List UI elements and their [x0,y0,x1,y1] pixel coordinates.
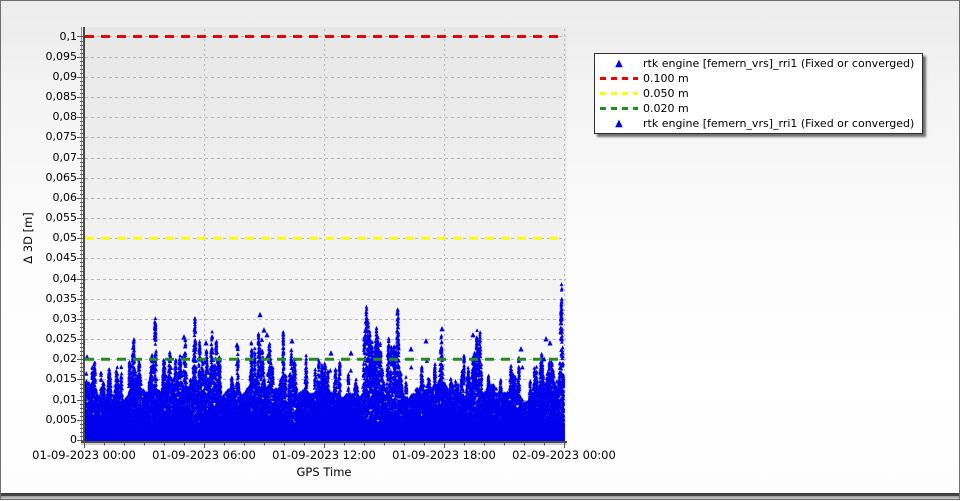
x-tick-label: 01-09-2023 12:00 [272,448,376,462]
y-tick-label: 0,02 [52,352,78,366]
y-tick-label: 0,1 [59,29,78,43]
triangle-marker-icon: ▲ [615,57,623,69]
y-tick-label: 0,035 [45,291,78,305]
y-tick-label: 0,015 [45,372,78,386]
y-tick-label: 0,01 [52,392,78,406]
y-tick-label: 0,04 [52,271,78,285]
dashed-line-icon [600,77,638,80]
y-axis-tick-labels: 0,1 0,095 0,09 0,085 0,08 0,075 0,07 0,065 0,06 0… [1,1,78,461]
legend-item-label: 0.020 m [643,102,689,115]
y-tick-label: 0 [70,433,77,446]
y-axis-title: Δ 3D [m] [21,212,35,264]
x-axis-title: GPS Time [296,465,352,479]
legend-item-label: rtk engine [femern_vrs]_rri1 (Fixed or c… [643,117,915,130]
y-tick-label: 0,09 [52,69,78,83]
legend-item[interactable]: ▲ rtk engine [femern_vrs]_rri1 (Fixed or … [595,56,914,71]
y-tick-label: 0,005 [45,412,78,426]
legend-item[interactable]: 0.100 m [595,71,914,86]
legend-item-label: rtk engine [femern_vrs]_rri1 (Fixed or c… [643,57,915,70]
y-tick-label: 0,065 [45,170,78,184]
y-tick-label: 0,025 [45,332,78,346]
y-tick-label: 0,085 [45,90,78,104]
x-tick-label: 01-09-2023 00:00 [32,448,136,462]
y-tick-label: 0,06 [52,190,78,204]
y-tick-label: 0,07 [52,150,78,164]
legend-box: ▲ rtk engine [femern_vrs]_rri1 (Fixed or … [594,53,924,134]
legend-item[interactable]: ▲ rtk engine [femern_vrs]_rri1 (Fixed or … [595,116,914,131]
y-tick-label: 0,095 [45,49,78,63]
x-tick-label: 01-09-2023 18:00 [392,448,496,462]
legend-swatch [595,92,643,95]
chart-window: 0,1 0,095 0,09 0,085 0,08 0,075 0,07 0,065 0,06 0… [0,0,960,501]
legend-item-label: 0.100 m [643,72,689,85]
y-tick-label: 0,045 [45,251,78,265]
legend-swatch [595,77,643,80]
legend-item[interactable]: 0.050 m [595,86,914,101]
legend-item-label: 0.050 m [643,87,689,100]
triangle-marker-icon: ▲ [615,117,623,129]
legend-swatch: ▲ [595,57,643,69]
legend-swatch: ▲ [595,117,643,129]
y-tick-label: 0,08 [52,110,78,124]
window-bottom-edge [1,492,959,499]
y-tick-label: 0,03 [52,311,78,325]
y-tick-label: 0,075 [45,130,78,144]
y-tick-label: 0,05 [52,231,78,245]
x-tick-label: 02-09-2023 00:00 [512,448,616,462]
dashed-line-icon [600,107,638,110]
legend-item[interactable]: 0.020 m [595,101,914,116]
y-tick-label: 0,055 [45,211,78,225]
x-tick-label: 01-09-2023 06:00 [152,448,256,462]
legend-swatch [595,107,643,110]
dashed-line-icon [600,92,638,95]
